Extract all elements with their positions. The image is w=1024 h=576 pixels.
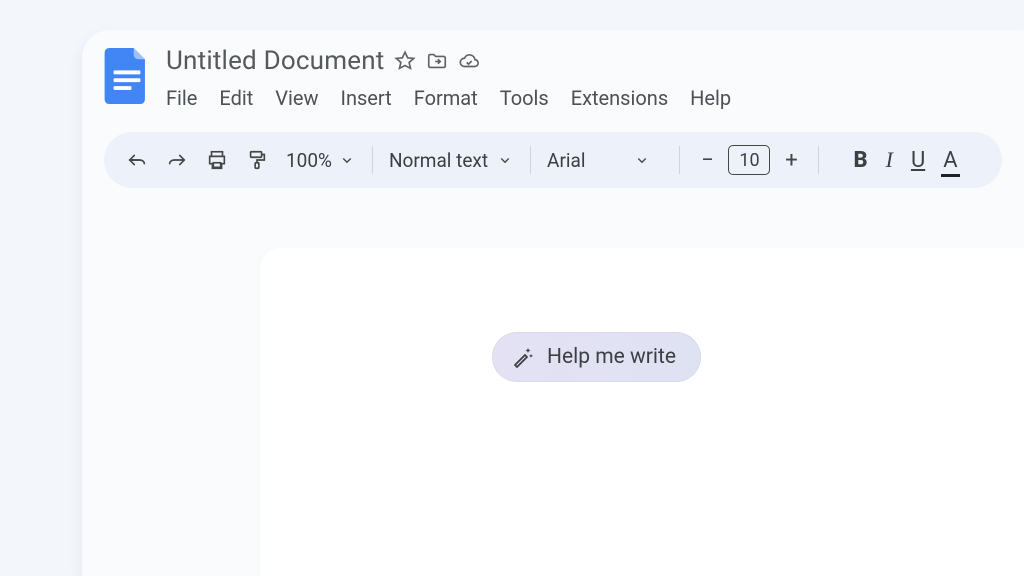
- document-title[interactable]: Untitled Document: [166, 46, 384, 76]
- undo-button[interactable]: [120, 143, 154, 177]
- menu-tools[interactable]: Tools: [500, 86, 549, 110]
- font-size-decrease[interactable]: −: [696, 148, 718, 173]
- menu-help[interactable]: Help: [690, 86, 731, 110]
- docs-logo[interactable]: [104, 48, 150, 104]
- separator: [372, 146, 373, 174]
- menu-extensions[interactable]: Extensions: [571, 86, 668, 110]
- chevron-down-icon: [338, 151, 356, 169]
- separator: [679, 146, 680, 174]
- title-block: Untitled Document: [166, 44, 1002, 110]
- font-size-input[interactable]: 10: [728, 145, 770, 175]
- underline-button[interactable]: U: [911, 148, 925, 173]
- move-to-folder-icon[interactable]: [426, 50, 448, 72]
- menu-edit[interactable]: Edit: [219, 86, 253, 110]
- paragraph-style-value: Normal text: [389, 149, 488, 172]
- chevron-down-icon: [496, 151, 514, 169]
- help-me-write-label: Help me write: [547, 345, 676, 369]
- title-row: Untitled Document: [166, 44, 1002, 78]
- magic-wand-icon: [511, 345, 535, 369]
- separator: [530, 146, 531, 174]
- italic-button[interactable]: I: [886, 147, 893, 173]
- separator: [818, 146, 819, 174]
- redo-button[interactable]: [160, 143, 194, 177]
- app-window: Untitled Document: [82, 30, 1024, 576]
- bold-button[interactable]: B: [853, 148, 867, 173]
- font-size-increase[interactable]: +: [780, 148, 802, 173]
- font-value: Arial: [547, 149, 585, 172]
- menu-format[interactable]: Format: [414, 86, 478, 110]
- text-format-group: B I U A: [853, 147, 957, 173]
- menu-view[interactable]: View: [275, 86, 318, 110]
- menu-file[interactable]: File: [166, 86, 197, 110]
- cloud-status-icon[interactable]: [458, 50, 480, 72]
- help-me-write-button[interactable]: Help me write: [492, 332, 701, 382]
- toolbar: 100% Normal text Arial − 10 + B I U A: [104, 132, 1002, 188]
- zoom-value: 100%: [286, 149, 332, 172]
- text-color-button[interactable]: A: [943, 148, 957, 173]
- font-size-stepper: − 10 +: [696, 145, 802, 175]
- document-page[interactable]: Help me write: [260, 248, 1024, 576]
- print-button[interactable]: [200, 143, 234, 177]
- menu-bar: File Edit View Insert Format Tools Exten…: [166, 86, 1002, 110]
- star-icon[interactable]: [394, 50, 416, 72]
- docbar: Untitled Document: [82, 30, 1024, 116]
- chevron-down-icon: [633, 151, 651, 169]
- zoom-select[interactable]: 100%: [286, 149, 356, 172]
- paint-format-button[interactable]: [240, 143, 274, 177]
- paragraph-style-select[interactable]: Normal text: [389, 149, 514, 172]
- font-select[interactable]: Arial: [547, 149, 651, 172]
- menu-insert[interactable]: Insert: [341, 86, 392, 110]
